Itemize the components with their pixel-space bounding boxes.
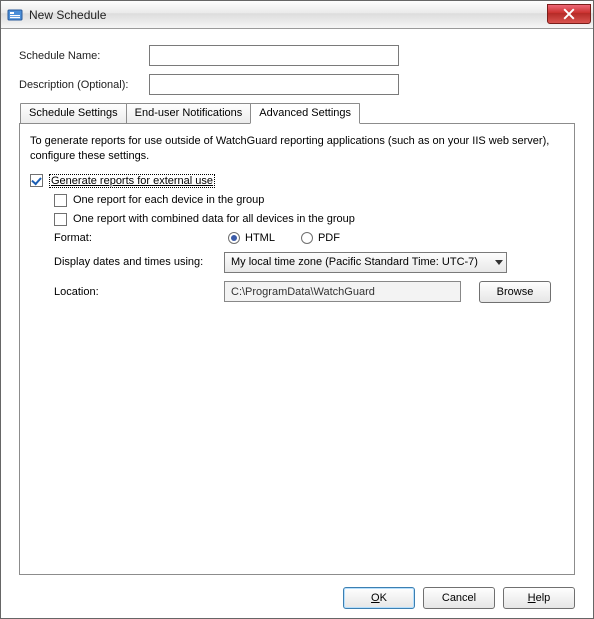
timezone-label: Display dates and times using:	[54, 256, 224, 268]
tab-strip: Schedule Settings End-user Notifications…	[20, 103, 575, 124]
one-report-each-device-label: One report for each device in the group	[73, 194, 264, 206]
schedule-name-label: Schedule Name:	[19, 50, 149, 62]
window-title: New Schedule	[29, 8, 106, 22]
one-report-combined-checkbox[interactable]	[54, 213, 67, 226]
dialog-body: Schedule Name: Description (Optional): S…	[1, 29, 593, 583]
browse-button-label: Browse	[497, 286, 534, 298]
tab-schedule-settings[interactable]: Schedule Settings	[20, 103, 127, 124]
close-button[interactable]	[547, 4, 591, 24]
title-bar: New Schedule	[1, 1, 593, 29]
panel-intro-text: To generate reports for use outside of W…	[30, 134, 564, 164]
cancel-button[interactable]: Cancel	[423, 587, 495, 609]
dialog-button-row: OK Cancel Help	[1, 583, 593, 619]
format-pdf-radio[interactable]	[301, 232, 313, 244]
timezone-value: My local time zone (Pacific Standard Tim…	[231, 256, 478, 268]
help-button[interactable]: Help	[503, 587, 575, 609]
format-html-radio[interactable]	[228, 232, 240, 244]
schedule-name-input[interactable]	[149, 45, 399, 66]
generate-external-label: Generate reports for external use	[49, 174, 215, 188]
generate-external-checkbox[interactable]	[30, 174, 43, 187]
help-button-rest: elp	[536, 592, 551, 604]
format-radio-group: HTML PDF	[228, 232, 360, 244]
ok-button[interactable]: OK	[343, 587, 415, 609]
one-report-combined-label: One report with combined data for all de…	[73, 213, 355, 225]
description-input[interactable]	[149, 74, 399, 95]
browse-button[interactable]: Browse	[479, 281, 551, 303]
location-label: Location:	[54, 286, 224, 298]
tab-advanced-settings[interactable]: Advanced Settings	[250, 103, 360, 124]
tab-label: End-user Notifications	[135, 107, 243, 119]
format-pdf-label: PDF	[318, 232, 340, 244]
tab-end-user-notifications[interactable]: End-user Notifications	[126, 103, 252, 124]
format-html-label: HTML	[245, 232, 275, 244]
advanced-settings-panel: To generate reports for use outside of W…	[19, 123, 575, 575]
tab-label: Schedule Settings	[29, 107, 118, 119]
location-input: C:\ProgramData\WatchGuard	[224, 281, 461, 302]
ok-button-rest: K	[380, 592, 387, 604]
format-label: Format:	[54, 232, 224, 244]
description-label: Description (Optional):	[19, 79, 149, 91]
app-icon	[7, 7, 23, 23]
one-report-each-device-checkbox[interactable]	[54, 194, 67, 207]
chevron-down-icon	[495, 260, 503, 265]
timezone-dropdown[interactable]: My local time zone (Pacific Standard Tim…	[224, 252, 507, 273]
location-value: C:\ProgramData\WatchGuard	[231, 286, 375, 298]
cancel-button-label: Cancel	[442, 592, 476, 604]
tab-label: Advanced Settings	[259, 107, 351, 119]
